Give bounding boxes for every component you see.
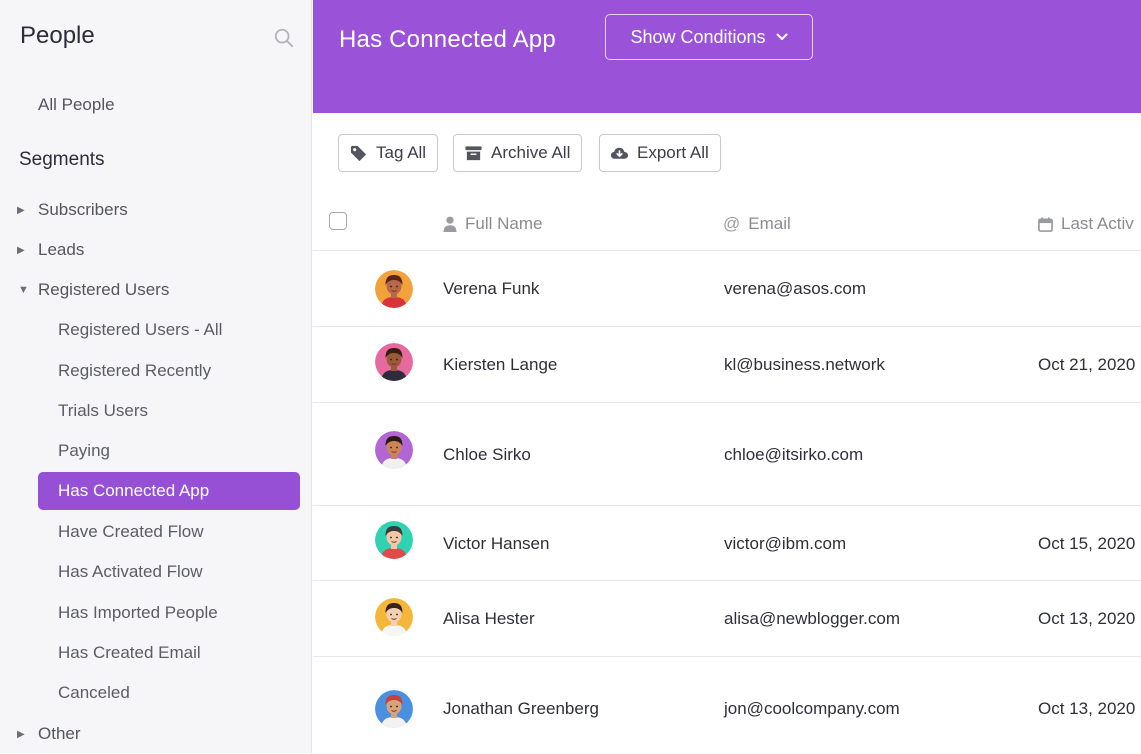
avatar: [375, 270, 413, 308]
sidebar-item-paying[interactable]: Paying: [38, 432, 300, 470]
avatar-illustration: [375, 690, 413, 728]
sidebar-item-registered-recently[interactable]: Registered Recently: [38, 352, 300, 390]
archive-all-label: Archive All: [491, 143, 571, 162]
email-cell: chloe@itsirko.com: [724, 445, 864, 464]
export-all-label: Export All: [637, 143, 709, 162]
sidebar-title: People: [20, 22, 95, 49]
select-all-checkbox[interactable]: [329, 212, 347, 230]
sidebar-group-label: Leads: [38, 240, 85, 259]
sidebar-item-canceled[interactable]: Canceled: [38, 674, 300, 712]
column-header-full-name[interactable]: Full Name: [443, 214, 542, 234]
column-label: Last Activ: [1061, 214, 1134, 233]
column-header-last-active[interactable]: Last Activ: [1038, 214, 1134, 234]
cloud-download-icon: [610, 147, 629, 159]
sidebar-group-label: Registered Users: [38, 280, 170, 299]
sidebar-group-other[interactable]: ▶ Other: [0, 714, 312, 754]
caret-right-icon: ▶: [17, 244, 25, 256]
sidebar-item-have-created-flow[interactable]: Have Created Flow: [38, 513, 300, 551]
tag-all-button[interactable]: Tag All: [338, 134, 439, 172]
full-name-cell: Jonathan Greenberg: [443, 699, 599, 718]
table-row[interactable]: Jonathan Greenberg jon@coolcompany.com O…: [313, 657, 1141, 753]
search-icon[interactable]: [273, 27, 295, 49]
email-cell: jon@coolcompany.com: [724, 699, 900, 718]
avatar-illustration: [375, 598, 413, 636]
tag-all-label: Tag All: [376, 143, 427, 162]
table-row[interactable]: Victor Hansen victor@ibm.com Oct 15, 202…: [313, 506, 1141, 581]
table-row[interactable]: Chloe Sirko chloe@itsirko.com: [313, 403, 1141, 506]
sidebar-group-leads[interactable]: ▶ Leads: [0, 230, 312, 270]
sidebar-item-registered-users-all[interactable]: Registered Users - All: [38, 311, 300, 349]
segments-heading: Segments: [19, 149, 105, 170]
table-row[interactable]: Verena Funk verena@asos.com: [313, 251, 1141, 327]
table-row[interactable]: Kiersten Lange kl@business.network Oct 2…: [313, 327, 1141, 403]
calendar-icon: [1038, 216, 1053, 232]
show-conditions-label: Show Conditions: [630, 26, 766, 47]
full-name-cell: Chloe Sirko: [443, 445, 531, 464]
sidebar-group-registered-users[interactable]: ▼ Registered Users: [0, 270, 312, 310]
full-name-cell: Alisa Hester: [443, 609, 535, 628]
sidebar-group-subscribers[interactable]: ▶ Subscribers: [0, 190, 312, 230]
chevron-down-icon: [776, 33, 788, 40]
caret-down-icon: ▼: [18, 284, 29, 296]
sidebar-item-has-activated-flow[interactable]: Has Activated Flow: [38, 553, 300, 591]
avatar: [375, 343, 413, 381]
export-all-button[interactable]: Export All: [599, 134, 721, 172]
avatar-illustration: [375, 343, 413, 381]
last-active-cell: Oct 15, 2020: [1038, 534, 1136, 553]
avatar: [375, 431, 413, 469]
full-name-cell: Kiersten Lange: [443, 355, 558, 374]
full-name-cell: Verena Funk: [443, 279, 540, 298]
email-cell: victor@ibm.com: [724, 534, 847, 553]
last-active-cell: Oct 13, 2020: [1038, 609, 1136, 628]
sidebar-item-trials-users[interactable]: Trials Users: [38, 392, 300, 430]
avatar-illustration: [375, 270, 413, 308]
archive-icon: [465, 145, 482, 160]
email-cell: verena@asos.com: [724, 279, 866, 298]
column-header-email[interactable]: @ Email: [723, 214, 791, 234]
column-label: Full Name: [465, 214, 543, 233]
page-title: Has Connected App: [339, 26, 556, 53]
avatar: [375, 598, 413, 636]
show-conditions-button[interactable]: Show Conditions: [605, 14, 813, 60]
caret-right-icon: ▶: [17, 204, 25, 216]
table-header: Full Name @ Email Last Activ: [313, 196, 1141, 251]
sidebar-item-all-people[interactable]: All People: [38, 95, 115, 115]
segment-header: Has Connected App Show Conditions: [313, 0, 1141, 113]
avatar-illustration: [375, 521, 413, 559]
sidebar-item-has-connected-app[interactable]: Has Connected App: [38, 472, 300, 510]
last-active-cell: Oct 21, 2020: [1038, 355, 1136, 374]
avatar: [375, 690, 413, 728]
caret-right-icon: ▶: [17, 728, 25, 740]
avatar-illustration: [375, 431, 413, 469]
email-cell: kl@business.network: [724, 355, 885, 374]
avatar: [375, 521, 413, 559]
sidebar-group-label: Subscribers: [38, 200, 128, 219]
person-icon: [443, 216, 457, 232]
sidebar-item-has-imported-people[interactable]: Has Imported People: [38, 594, 300, 632]
sidebar: People All People Segments ▶ Subscribers…: [0, 0, 312, 753]
full-name-cell: Victor Hansen: [443, 534, 550, 553]
at-sign-icon: @: [723, 214, 741, 233]
last-active-cell: Oct 13, 2020: [1038, 699, 1136, 718]
tag-icon: [350, 145, 367, 161]
archive-all-button[interactable]: Archive All: [453, 134, 583, 172]
table-row[interactable]: Alisa Hester alisa@newblogger.com Oct 13…: [313, 581, 1141, 657]
email-cell: alisa@newblogger.com: [724, 609, 901, 628]
sidebar-group-label: Other: [38, 724, 81, 743]
column-label: Email: [748, 214, 791, 233]
sidebar-item-has-created-email[interactable]: Has Created Email: [38, 634, 300, 672]
